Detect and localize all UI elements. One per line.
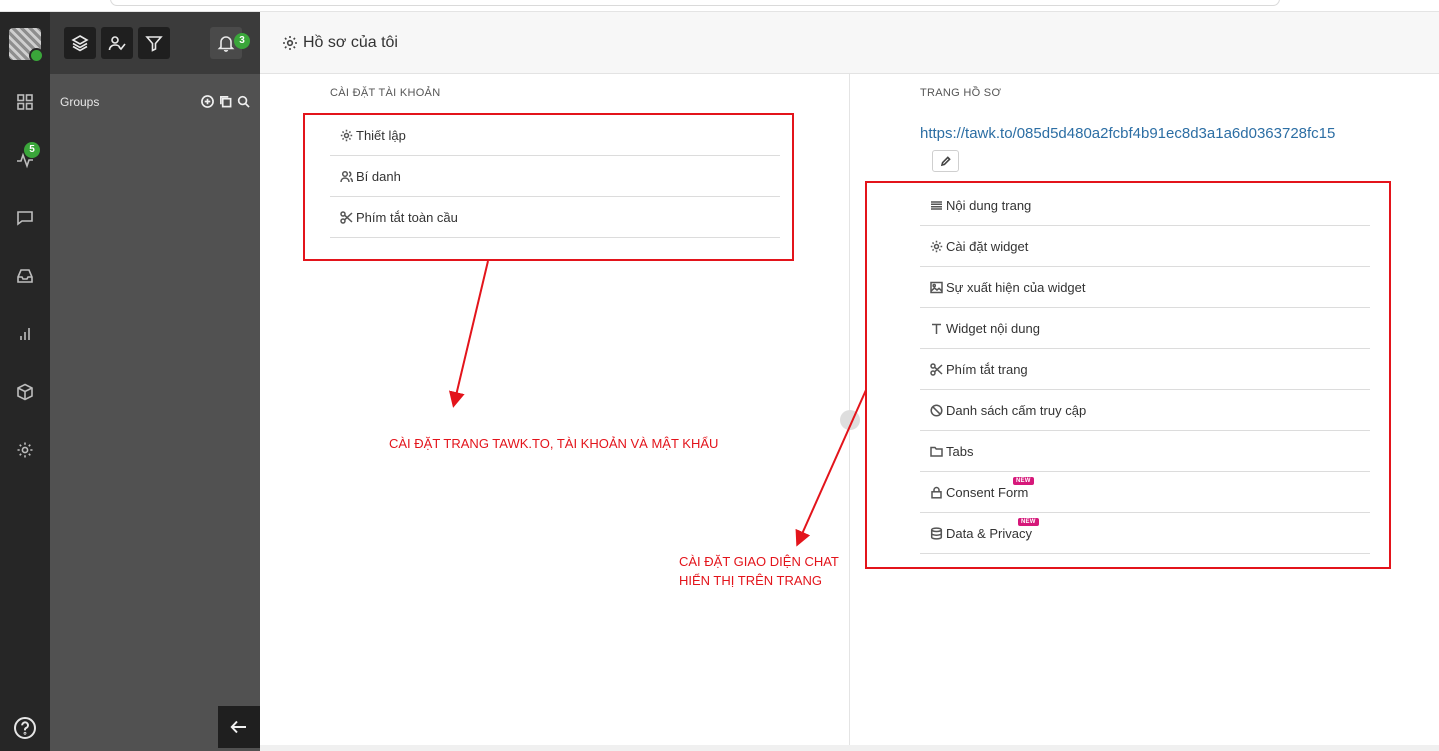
annotation-left-note: CÀI ĐẶT TRANG TAWK.TO, TÀI KHOẢN VÀ MẬT … (389, 436, 719, 451)
browser-strip (0, 0, 1439, 12)
panel-toolbar: 3 (50, 12, 260, 74)
pencil-icon (940, 155, 951, 166)
user-check-icon (108, 36, 126, 51)
groups-panel: 3 Groups (50, 12, 260, 751)
inbox-icon[interactable] (13, 264, 37, 288)
settings-icon[interactable] (13, 438, 37, 462)
divider-handle[interactable] (840, 410, 860, 430)
page-title: Hồ sơ của tôi (282, 34, 398, 52)
annotation-box-account (303, 113, 794, 261)
annotation-right-note-line1: CÀI ĐẶT GIAO DIỆN CHAT (679, 554, 839, 569)
annotation-right-note-line2: HIỂN THỊ TRÊN TRANG (679, 573, 823, 588)
gear-icon (283, 36, 297, 50)
page-title-text: Hồ sơ của tôi (303, 34, 398, 51)
property-url-link[interactable]: https://tawk.to/085d5d480a2fcbf4b91ec8d3… (920, 118, 1380, 149)
arrow-left-icon (230, 720, 246, 734)
filter-button[interactable] (138, 27, 170, 59)
avatar[interactable] (9, 28, 44, 63)
add-group-icon[interactable] (200, 94, 214, 108)
groups-label: Groups (60, 95, 100, 109)
account-settings-title: CÀI ĐẶT TÀI KHOẢN (330, 87, 441, 99)
activity-badge: 5 (24, 142, 40, 158)
collapse-panel-button[interactable] (218, 706, 260, 748)
bottom-scroll-strip (260, 745, 1439, 751)
layers-icon (71, 35, 89, 52)
addons-icon[interactable] (13, 380, 37, 404)
property-settings-title: TRANG HỒ SƠ (920, 87, 1002, 99)
notification-badge: 3 (234, 33, 250, 49)
bell-icon (217, 36, 235, 52)
groups-actions (200, 94, 250, 108)
page-header: Hồ sơ của tôi (260, 12, 1439, 74)
search-icon[interactable] (236, 94, 250, 108)
dashboard-icon[interactable] (13, 90, 37, 114)
browser-address-bar[interactable] (110, 0, 1280, 6)
nav-rail: 5 (0, 12, 50, 751)
filter-icon (145, 36, 163, 52)
reports-icon[interactable] (13, 322, 37, 346)
agents-button[interactable] (101, 27, 133, 59)
app-window: 5 3 Groups Hồ sơ của tôi CÀI ĐẶT TÀI KHO… (0, 0, 1439, 751)
edit-url-button[interactable] (932, 150, 959, 172)
help-icon[interactable] (13, 716, 37, 740)
copy-icon[interactable] (218, 94, 232, 108)
layers-button[interactable] (64, 27, 96, 59)
chat-icon[interactable] (13, 206, 37, 230)
annotation-box-property (865, 181, 1391, 569)
